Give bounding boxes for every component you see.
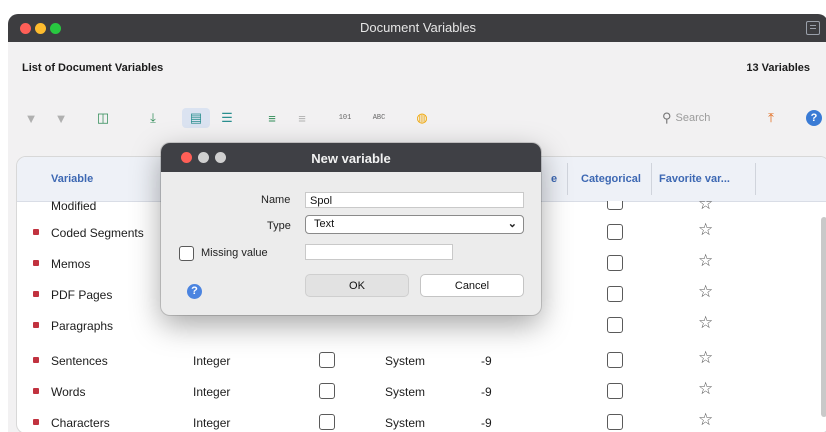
table-row[interactable]: Characters Integer System -9 ☆ <box>17 407 826 432</box>
categorical-checkbox[interactable] <box>607 224 623 240</box>
type-select-value: Text <box>314 218 335 230</box>
ok-button[interactable]: OK <box>305 274 409 297</box>
variable-origin: System <box>385 354 426 368</box>
sidebar-toggle-icon[interactable] <box>806 21 820 35</box>
favorite-star-icon[interactable]: ☆ <box>698 380 713 397</box>
categorical-checkbox[interactable] <box>607 317 623 333</box>
table-scrollbar[interactable] <box>821 217 826 417</box>
variable-count: 13 Variables <box>746 62 810 74</box>
variable-name: Memos <box>51 257 91 271</box>
numeric-type-icon[interactable]: 101 <box>332 108 358 128</box>
variable-type: Integer <box>193 354 231 368</box>
search-placeholder: Search <box>675 112 711 124</box>
name-label: Name <box>261 194 291 206</box>
missing-value: -9 <box>481 385 492 399</box>
missing-value-field[interactable] <box>305 244 453 260</box>
categorical-checkbox[interactable] <box>607 201 623 210</box>
dialog-title: New variable <box>311 151 391 166</box>
search-field[interactable]: ⚲ Search <box>662 109 752 127</box>
checkbox[interactable] <box>319 352 335 368</box>
missing-value-label: Missing value <box>201 247 268 259</box>
dialog-title-bar: New variable <box>161 143 541 172</box>
color-icon[interactable]: ◍ <box>412 108 432 128</box>
variable-type: Integer <box>193 385 231 399</box>
variable-marker-icon <box>33 291 39 297</box>
categorical-checkbox[interactable] <box>607 383 623 399</box>
variable-name: Paragraphs <box>51 319 114 333</box>
column-header-categorical[interactable]: Categorical <box>581 173 641 185</box>
categorical-checkbox[interactable] <box>607 255 623 271</box>
column-header-variable[interactable]: Variable <box>51 173 93 185</box>
favorite-star-icon[interactable]: ☆ <box>698 411 713 428</box>
variable-marker-icon <box>33 419 39 425</box>
favorite-star-icon[interactable]: ☆ <box>698 201 713 212</box>
columns-icon[interactable]: ◫ <box>94 108 112 128</box>
column-divider <box>755 163 756 195</box>
export-icon[interactable]: ⤓ <box>144 108 162 128</box>
variable-marker-icon <box>33 260 39 266</box>
checkbox[interactable] <box>319 383 335 399</box>
categorical-checkbox[interactable] <box>607 286 623 302</box>
text-type-icon[interactable]: ABC <box>366 108 392 128</box>
categorical-checkbox[interactable] <box>607 414 623 430</box>
variable-name: Words <box>51 385 86 399</box>
column-divider <box>567 163 568 195</box>
text-type-label: ABC <box>372 114 386 122</box>
variable-marker-icon <box>33 322 39 328</box>
favorite-star-icon[interactable]: ☆ <box>698 283 713 300</box>
variable-type: Integer <box>193 416 231 430</box>
name-field[interactable]: Spol <box>305 192 524 208</box>
variable-marker-icon <box>33 388 39 394</box>
checkbox[interactable] <box>319 414 335 430</box>
numeric-type-label: 101 <box>338 114 352 122</box>
variable-origin: System <box>385 385 426 399</box>
type-label: Type <box>267 220 291 232</box>
delete-variable-icon[interactable]: ≡ <box>292 108 312 128</box>
favorite-star-icon[interactable]: ☆ <box>698 314 713 331</box>
filter-icon[interactable]: ▼ <box>22 108 40 128</box>
variable-name: PDF Pages <box>51 288 113 302</box>
variable-name: Modified <box>51 201 97 213</box>
add-variable-icon[interactable]: ≡ <box>262 108 282 128</box>
favorite-star-icon[interactable]: ☆ <box>698 349 713 366</box>
favorite-star-icon[interactable]: ☆ <box>698 221 713 238</box>
help-icon[interactable]: ? <box>806 110 822 126</box>
list-title: List of Document Variables <box>22 62 164 74</box>
new-variable-dialog: New variable Name Spol Type Text ⌄ Missi… <box>161 143 541 315</box>
missing-value-checkbox[interactable] <box>179 246 194 261</box>
window-title: Document Variables <box>359 20 477 35</box>
list-view-icon[interactable]: ☰ <box>218 108 236 128</box>
missing-value: -9 <box>481 416 492 430</box>
categorical-checkbox[interactable] <box>607 352 623 368</box>
filter-settings-icon[interactable]: ▼ <box>52 108 70 128</box>
column-divider <box>651 163 652 195</box>
column-header-favorite[interactable]: Favorite var... <box>659 173 730 185</box>
help-icon[interactable]: ? <box>187 284 202 299</box>
favorite-star-icon[interactable]: ☆ <box>698 252 713 269</box>
variable-name: Characters <box>51 416 110 430</box>
document-icon[interactable]: ▤ <box>182 108 210 128</box>
missing-value: -9 <box>481 354 492 368</box>
search-icon: ⚲ <box>662 110 672 125</box>
variable-origin: System <box>385 416 426 430</box>
table-row[interactable]: Words Integer System -9 ☆ <box>17 376 826 407</box>
variable-name: Coded Segments <box>51 226 144 240</box>
chevron-down-icon: ⌄ <box>507 218 517 230</box>
type-select[interactable]: Text ⌄ <box>305 215 524 234</box>
variable-name: Sentences <box>51 354 108 368</box>
title-bar: Document Variables <box>8 14 826 42</box>
column-header-missing[interactable]: e <box>551 173 557 185</box>
upload-icon[interactable]: ⤒ <box>762 108 780 128</box>
table-row[interactable]: Sentences Integer System -9 ☆ <box>17 345 826 376</box>
variable-marker-icon <box>33 357 39 363</box>
cancel-button[interactable]: Cancel <box>420 274 524 297</box>
variable-marker-icon <box>33 229 39 235</box>
